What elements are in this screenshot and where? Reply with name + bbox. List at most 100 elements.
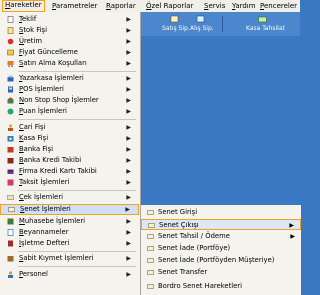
submenu-item-senet-transfer[interactable]: Senet Transfer	[141, 267, 301, 278]
menu-raporlar[interactable]: Raporlar	[104, 1, 138, 11]
menu-separator	[18, 190, 136, 191]
toolbar-separator	[222, 16, 223, 32]
senet-submenu: Senet Girişi Senet Çıkışı ▶ Senet Tahsil…	[140, 205, 301, 295]
menu-item-senet[interactable]: Senet İşlemleri ▶	[0, 204, 139, 215]
check-icon	[7, 195, 14, 200]
menu-item-label: Sabit Kıymet İşlemleri	[19, 254, 94, 262]
bond-icon	[147, 284, 154, 289]
accounting-icon	[7, 218, 14, 225]
menu-item-cari-fisi[interactable]: Cari Fişi ▶	[0, 123, 139, 132]
menu-separator	[18, 71, 136, 72]
installment-icon	[7, 179, 14, 186]
chevron-right-icon: ▶	[126, 146, 131, 153]
chevron-right-icon: ▶	[126, 135, 131, 142]
safe-icon	[7, 136, 14, 142]
menu-item-personel[interactable]: Personel ▶	[0, 270, 139, 279]
asset-icon	[7, 256, 14, 262]
menu-item-label: Banka Kredi Takibi	[19, 156, 82, 164]
menu-item-satin-alma-kosullari[interactable]: Satın Alma Koşulları ▶	[0, 59, 139, 68]
submenu-item-senet-cikisi[interactable]: Senet Çıkışı ▶	[141, 219, 301, 230]
bank-icon	[7, 147, 14, 153]
menu-item-label: Fiyat Güncelleme	[19, 48, 78, 56]
menu-item-kasa-fisi[interactable]: Kasa Fişi ▶	[0, 134, 139, 143]
chevron-right-icon: ▶	[126, 179, 131, 186]
submenu-item-senet-iade-musteriye[interactable]: Senet İade (Portföyden Müşteriye)	[141, 255, 301, 266]
credit-card-icon	[7, 169, 14, 174]
chevron-right-icon: ▶	[126, 97, 131, 104]
menu-hareketler[interactable]: Hareketler	[2, 0, 45, 12]
chevron-right-icon: ▶	[126, 27, 131, 34]
menu-servis[interactable]: Servis	[202, 1, 227, 11]
toolbar: Satış Sip. Alış Sip. Kasa Tahsilat	[140, 12, 300, 36]
menu-item-label: Satın Alma Koşulları	[19, 59, 87, 67]
menu-item-label: Firma Kredi Kartı Takibi	[19, 167, 97, 175]
gear-icon	[7, 38, 14, 45]
document-icon	[7, 16, 14, 23]
chevron-right-icon: ▶	[126, 168, 131, 175]
submenu-item-senet-tahsil-odeme[interactable]: Senet Tahsil / Ödeme ▶	[141, 231, 301, 242]
menu-item-taksit[interactable]: Taksit İşlemleri ▶	[0, 178, 139, 187]
menu-item-label: POS İşlemleri	[19, 85, 64, 93]
menu-item-banka-fisi[interactable]: Banka Fişi ▶	[0, 145, 139, 154]
bond-icon	[148, 223, 155, 228]
menu-item-pos[interactable]: POS İşlemleri ▶	[0, 85, 139, 94]
chevron-right-icon: ▶	[126, 75, 131, 82]
menu-item-banka-kredi-takibi[interactable]: Banka Kredi Takibi ▶	[0, 156, 139, 165]
menu-item-label: Çek İşlemleri	[19, 193, 64, 201]
document-icon	[7, 27, 14, 34]
menu-item-non-stop-shop[interactable]: Non Stop Shop İşlemler ▶	[0, 96, 139, 105]
submenu-item-label: Senet İade (Portföyden Müşteriye)	[158, 256, 275, 264]
chevron-right-icon: ▶	[126, 240, 131, 247]
menu-parametreler[interactable]: Parametreler	[50, 1, 99, 11]
price-icon	[7, 49, 14, 56]
menu-item-yazarkasa[interactable]: Yazarkasa İşlemleri ▶	[0, 74, 139, 83]
chevron-right-icon: ▶	[289, 222, 294, 229]
menu-item-label: Kasa Fişi	[19, 134, 49, 142]
submenu-item-bordro-senet[interactable]: Bordro Senet Hareketleri	[141, 281, 301, 292]
menu-item-teklif[interactable]: Teklif ▶	[0, 15, 139, 24]
bond-icon	[147, 270, 154, 275]
cash-register-icon	[7, 75, 14, 82]
menu-item-cek[interactable]: Çek İşlemleri ▶	[0, 193, 139, 202]
menu-item-isletme-defteri[interactable]: İşletme Defteri ▶	[0, 239, 139, 248]
menu-separator	[18, 119, 136, 120]
points-icon	[7, 108, 14, 115]
chevron-right-icon: ▶	[126, 108, 131, 115]
chevron-right-icon: ▶	[126, 157, 131, 164]
bank-credit-icon	[7, 158, 14, 164]
cash-collection-label: Kasa Tahsilat	[246, 25, 285, 32]
menu-pencereler[interactable]: Pencereler	[258, 1, 299, 11]
menu-item-label: Taksit İşlemleri	[19, 178, 70, 186]
menu-item-beyannameler[interactable]: Beyannameler ▶	[0, 228, 139, 237]
menu-item-label: Üretim	[19, 37, 42, 45]
chevron-right-icon: ▶	[126, 49, 131, 56]
menu-item-stok-fisi[interactable]: Stok Fişi ▶	[0, 26, 139, 35]
chevron-right-icon: ▶	[126, 124, 131, 131]
chevron-right-icon: ▶	[126, 38, 131, 45]
menu-item-muhasebe[interactable]: Muhasebe İşlemleri ▶	[0, 217, 139, 226]
ledger-icon	[8, 240, 13, 247]
menu-item-fiyat-guncelleme[interactable]: Fiyat Güncelleme ▶	[0, 48, 139, 57]
menu-item-firma-kredi-karti[interactable]: Firma Kredi Kartı Takibi ▶	[0, 167, 139, 176]
menu-item-label: Personel	[19, 270, 48, 278]
bond-icon	[8, 207, 15, 212]
submenu-item-senet-girisi[interactable]: Senet Girişi	[141, 207, 301, 218]
chevron-right-icon: ▶	[290, 233, 295, 240]
menu-item-sabit-kiymet[interactable]: Sabit Kıymet İşlemleri ▶	[0, 254, 139, 263]
chevron-right-icon: ▶	[126, 255, 131, 262]
submenu-item-label: Senet Tahsil / Ödeme	[158, 232, 230, 240]
menu-item-label: Teklif	[19, 15, 37, 23]
chevron-right-icon: ▶	[126, 16, 131, 23]
menu-item-label: Beyannameler	[19, 228, 69, 236]
purchase-order-icon	[196, 15, 205, 23]
submenu-item-senet-iade-portfoye[interactable]: Senet İade (Portföye)	[141, 243, 301, 254]
menu-item-uretim[interactable]: Üretim ▶	[0, 37, 139, 46]
chevron-right-icon: ▶	[126, 271, 131, 278]
menu-item-label: Yazarkasa İşlemleri	[19, 74, 84, 82]
menu-ozel-raporlar[interactable]: Özel Raporlar	[144, 1, 195, 11]
submenu-item-label: Senet İade (Portföye)	[158, 244, 231, 252]
bond-icon	[147, 246, 154, 251]
declaration-icon	[7, 229, 14, 236]
menu-item-puan[interactable]: Puan İşlemleri ▶	[0, 107, 139, 116]
menu-yardim[interactable]: Yardım	[230, 1, 258, 11]
